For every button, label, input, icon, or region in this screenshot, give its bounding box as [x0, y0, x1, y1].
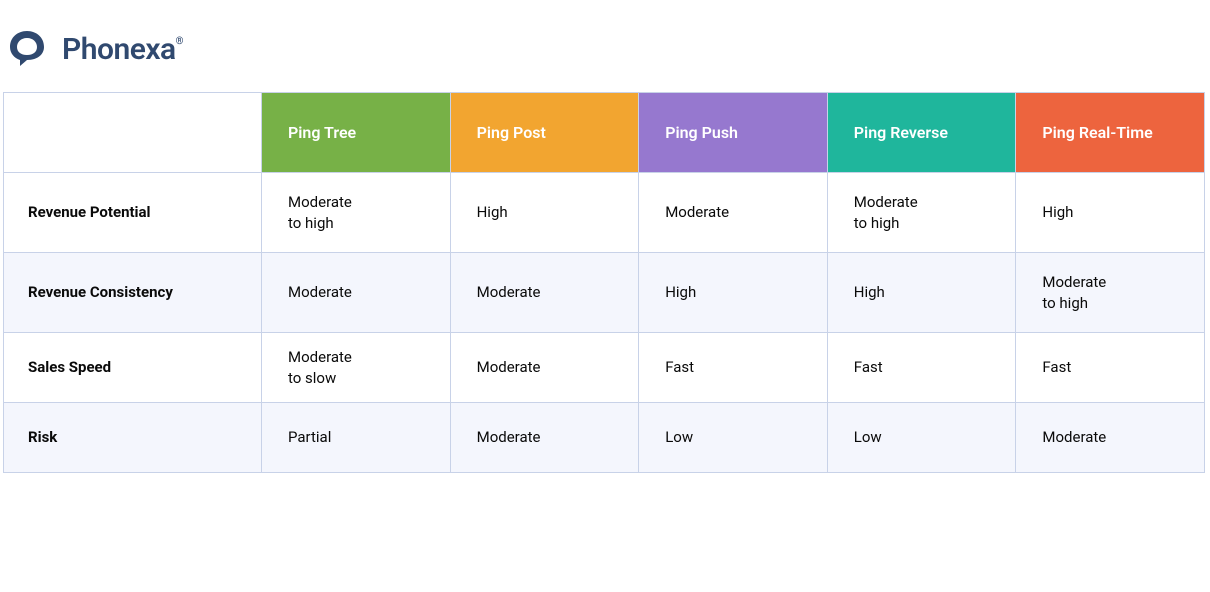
- table-row: Risk Partial Moderate Low Low Moderate: [4, 403, 1205, 473]
- brand-logo: Phonexa®: [0, 0, 1210, 92]
- cell: High: [639, 253, 828, 333]
- col-header: Ping Real-Time: [1016, 93, 1205, 173]
- row-label: Revenue Potential: [4, 173, 262, 253]
- col-header: Ping Post: [450, 93, 639, 173]
- row-label: Revenue Consistency: [4, 253, 262, 333]
- cell: Moderate: [450, 403, 639, 473]
- cell: Low: [827, 403, 1016, 473]
- col-header: Ping Reverse: [827, 93, 1016, 173]
- corner-cell: [4, 93, 262, 173]
- cell: Moderate: [1016, 403, 1205, 473]
- phonexa-logo-icon: [6, 28, 48, 70]
- col-header: Ping Tree: [262, 93, 451, 173]
- cell: Partial: [262, 403, 451, 473]
- row-label: Sales Speed: [4, 333, 262, 403]
- cell: High: [827, 253, 1016, 333]
- table-row: Revenue Consistency Moderate Moderate Hi…: [4, 253, 1205, 333]
- table-row: Sales Speed Moderateto slow Moderate Fas…: [4, 333, 1205, 403]
- cell: Low: [639, 403, 828, 473]
- cell: Moderate: [639, 173, 828, 253]
- table-header-row: Ping Tree Ping Post Ping Push Ping Rever…: [4, 93, 1205, 173]
- row-label: Risk: [4, 403, 262, 473]
- cell: Fast: [639, 333, 828, 403]
- cell: Moderateto slow: [262, 333, 451, 403]
- cell: Moderateto high: [262, 173, 451, 253]
- cell: Moderate: [450, 333, 639, 403]
- table-row: Revenue Potential Moderateto high High M…: [4, 173, 1205, 253]
- cell: Fast: [827, 333, 1016, 403]
- col-header: Ping Push: [639, 93, 828, 173]
- cell: High: [1016, 173, 1205, 253]
- cell: Moderateto high: [827, 173, 1016, 253]
- cell: Moderateto high: [1016, 253, 1205, 333]
- cell: Moderate: [450, 253, 639, 333]
- comparison-table: Ping Tree Ping Post Ping Push Ping Rever…: [3, 92, 1205, 473]
- cell: Moderate: [262, 253, 451, 333]
- cell: Fast: [1016, 333, 1205, 403]
- brand-name: Phonexa®: [62, 32, 183, 67]
- cell: High: [450, 173, 639, 253]
